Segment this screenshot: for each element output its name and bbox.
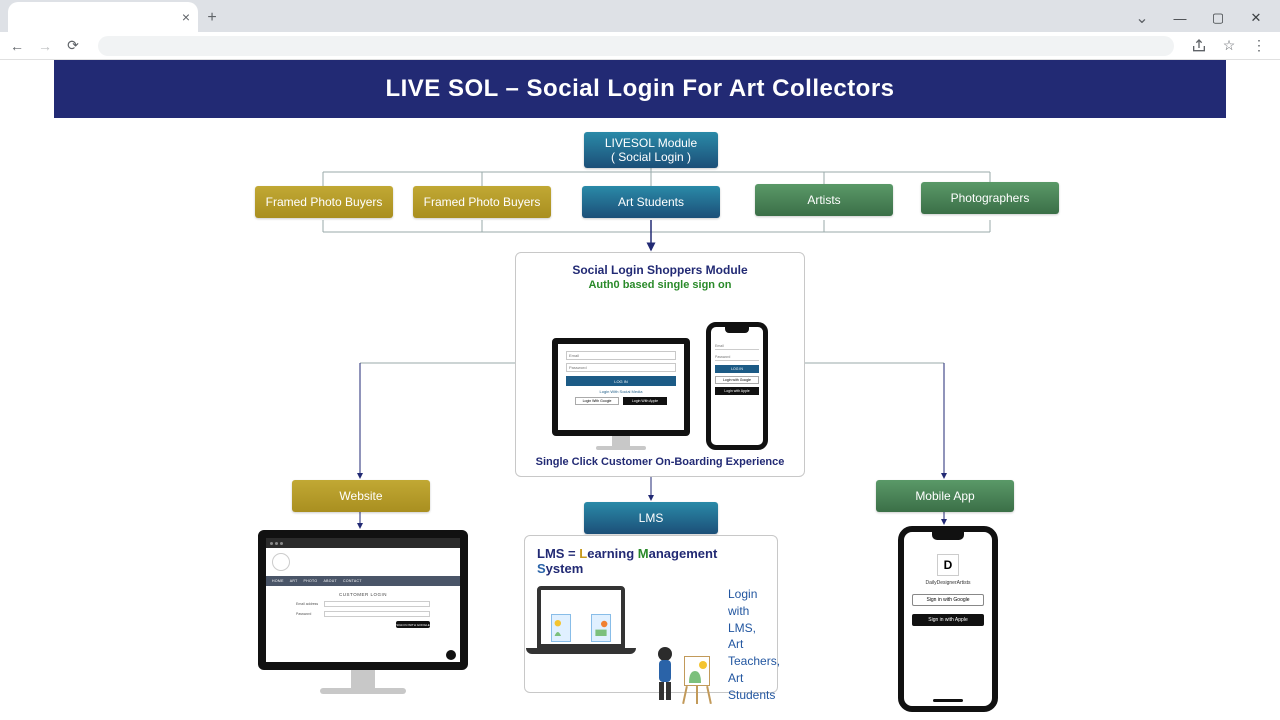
close-tab-icon[interactable]: ×	[182, 9, 190, 25]
desktop-apple-button[interactable]: Login With Apple	[623, 397, 667, 405]
desktop-google-button[interactable]: Login With Google	[575, 397, 619, 405]
share-icon[interactable]	[1190, 37, 1208, 55]
node-art-students: Art Students	[582, 186, 720, 218]
shoppers-subtitle: Auth0 based single sign on	[588, 279, 731, 291]
bookmark-star-icon[interactable]: ☆	[1220, 37, 1238, 55]
app-logo-icon: D	[937, 554, 959, 576]
window-maximize-button[interactable]: ▢	[1200, 4, 1236, 32]
miniphone-google-button[interactable]: Login with Google	[715, 376, 759, 384]
node-photographers: Photographers	[921, 182, 1059, 214]
chat-widget-icon[interactable]	[446, 650, 456, 660]
desktop-password-input[interactable]	[566, 363, 676, 372]
desktop-login-button[interactable]: LOG IN	[566, 376, 676, 386]
desktop-mock: LOG IN Login With Social Media Login Wit…	[552, 338, 690, 450]
mobile-app-phone: D DailyDesignerArtists Sign in with Goog…	[898, 526, 998, 712]
miniphone-password-input[interactable]	[715, 353, 759, 361]
page-title: LIVE SOL – Social Login For Art Collecto…	[54, 60, 1226, 118]
site-nav: HOMEARTPHOTOABOUTCONTACT	[266, 576, 460, 586]
phone-mock-small: LOG IN Login with Google Login with Appl…	[706, 322, 768, 450]
site-password-input[interactable]	[324, 611, 430, 617]
shoppers-footer: Single Click Customer On-Boarding Experi…	[536, 456, 785, 468]
node-mobile-app: Mobile App	[876, 480, 1014, 512]
site-form-title: CUSTOMER LOGIN	[296, 592, 430, 597]
tab-row: × + ⌄ — ▢ ✕	[0, 0, 1280, 32]
website-monitor: HOMEARTPHOTOABOUTCONTACT CUSTOMER LOGIN …	[258, 530, 468, 694]
node-framed-buyers-1: Framed Photo Buyers	[255, 186, 393, 218]
phone-apple-button[interactable]: Sign in with Apple	[912, 614, 984, 626]
site-signin-button[interactable]: SIGN IN WITH GOOGLE	[396, 621, 430, 628]
site-email-input[interactable]	[324, 601, 430, 607]
node-framed-buyers-2: Framed Photo Buyers	[413, 186, 551, 218]
lms-laptop-icon	[537, 586, 625, 648]
miniphone-email-input[interactable]	[715, 342, 759, 350]
easel-icon	[680, 654, 714, 704]
reload-icon[interactable]: ⟳	[64, 37, 82, 55]
kebab-menu-icon[interactable]: ⋮	[1250, 37, 1268, 55]
node-root: LIVESOL Module ( Social Login )	[584, 132, 718, 168]
desktop-login-social-label: Login With Social Media	[600, 389, 643, 394]
site-logo-icon	[272, 553, 290, 571]
lms-card: LMS = Learning Management System	[524, 535, 778, 693]
forward-icon[interactable]: →	[36, 37, 54, 55]
site-password-label: Password	[296, 612, 320, 616]
home-bar-icon	[933, 699, 963, 702]
shoppers-card: Social Login Shoppers Module Auth0 based…	[515, 252, 805, 477]
window-minimize-button[interactable]: —	[1162, 4, 1198, 32]
desktop-email-input[interactable]	[566, 351, 676, 360]
node-artists: Artists	[755, 184, 893, 216]
miniphone-login-button[interactable]: LOG IN	[715, 365, 759, 373]
new-tab-button[interactable]: +	[198, 4, 226, 32]
url-bar[interactable]	[98, 36, 1174, 56]
shoppers-title: Social Login Shoppers Module	[572, 263, 747, 277]
node-website: Website	[292, 480, 430, 512]
address-row: ← → ⟳ ☆ ⋮	[0, 32, 1280, 60]
browser-chrome: × + ⌄ — ▢ ✕ ← → ⟳ ☆ ⋮	[0, 0, 1280, 60]
student-icon	[650, 644, 680, 704]
node-lms: LMS	[584, 502, 718, 534]
window-controls: ⌄ — ▢ ✕	[1120, 4, 1280, 32]
lms-heading: LMS = Learning Management System	[537, 546, 765, 576]
node-root-line1: LIVESOL Module	[605, 136, 697, 150]
site-email-label: Email address	[296, 602, 320, 606]
miniphone-apple-button[interactable]: Login with Apple	[715, 387, 759, 395]
tab-list-chevron-icon[interactable]: ⌄	[1128, 4, 1156, 32]
lms-text: Login with LMS, Art Teachers, Art Studen…	[728, 586, 780, 704]
app-brand: DailyDesignerArtists	[925, 580, 970, 586]
phone-google-button[interactable]: Sign in with Google	[912, 594, 984, 606]
window-close-button[interactable]: ✕	[1238, 4, 1274, 32]
back-icon[interactable]: ←	[8, 37, 26, 55]
browser-tab[interactable]: ×	[8, 2, 198, 32]
node-root-line2: ( Social Login )	[611, 150, 691, 164]
page-body: LIVE SOL – Social Login For Art Collecto…	[0, 60, 1280, 720]
